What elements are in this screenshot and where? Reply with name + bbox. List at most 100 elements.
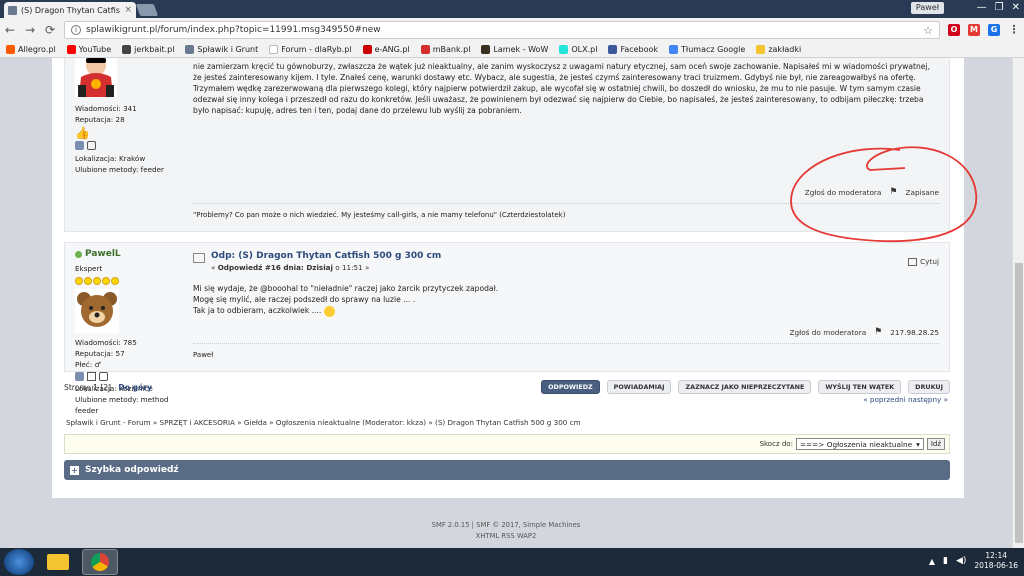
url-bar[interactable]: i splawikigrunt.pl/forum/index.php?topic… bbox=[64, 21, 940, 39]
bookmark-star-icon[interactable]: ☆ bbox=[923, 24, 933, 37]
bookmark-label: zakładki bbox=[768, 45, 802, 54]
bookmark-favicon-icon bbox=[185, 45, 195, 54]
current-page: [2] bbox=[100, 382, 112, 392]
site-info-icon[interactable]: i bbox=[71, 25, 81, 35]
report-to-moderator-link[interactable]: Zgłoś do moderatora bbox=[805, 188, 882, 197]
footer-links[interactable]: XHTML RSS WAP2 bbox=[0, 531, 1012, 542]
message-icon[interactable] bbox=[87, 141, 96, 150]
bookmark-item[interactable]: OLX.pl bbox=[559, 45, 597, 54]
bookmark-label: Spławik i Grunt bbox=[197, 45, 259, 54]
pagination-label[interactable]: Strony: 1 bbox=[64, 383, 98, 392]
bookmark-label: Forum - dlaRyb.pl bbox=[281, 45, 352, 54]
forward-button[interactable]: → bbox=[24, 23, 36, 37]
bookmark-favicon-icon bbox=[756, 45, 766, 54]
rank-stars bbox=[75, 277, 185, 285]
prev-next-links[interactable]: « poprzedni następny » bbox=[863, 395, 948, 404]
page-footer: SMF 2.0.15 | SMF © 2017, Simple Machines… bbox=[0, 520, 1012, 542]
expand-plus-icon[interactable]: + bbox=[70, 465, 79, 475]
breadcrumb[interactable]: Spławik i Grunt - Forum » SPRZĘT i AKCES… bbox=[66, 418, 581, 427]
network-icon[interactable]: ▮ bbox=[943, 556, 948, 566]
tab-close-icon[interactable]: × bbox=[124, 5, 132, 15]
thread-buttons: ODPOWIEDZ POWIADAMIAJ ZAZNACZ JAKO NIEPR… bbox=[541, 380, 950, 394]
bookmark-item[interactable]: Spławik i Grunt bbox=[185, 45, 258, 54]
close-window-icon[interactable]: ✕ bbox=[1012, 2, 1020, 14]
avatar[interactable] bbox=[75, 289, 119, 333]
reply-button[interactable]: ODPOWIEDZ bbox=[541, 380, 600, 394]
maximize-icon[interactable]: ❐ bbox=[995, 2, 1004, 14]
minimize-icon[interactable]: — bbox=[977, 2, 987, 14]
mark-unread-button[interactable]: ZAZNACZ JAKO NIEPRZECZYTANE bbox=[678, 380, 812, 394]
mail-extension-icon[interactable]: M bbox=[968, 24, 980, 36]
quick-reply-header[interactable]: + Szybka odpowiedź bbox=[64, 460, 950, 480]
bookmark-favicon-icon bbox=[6, 45, 15, 54]
file-explorer-icon[interactable] bbox=[40, 549, 76, 575]
bookmark-item[interactable]: Allegro.pl bbox=[6, 45, 56, 54]
reload-button[interactable]: ⟳ bbox=[44, 23, 56, 37]
bookmark-label: Facebook bbox=[620, 45, 659, 54]
poster-name[interactable]: PawelL bbox=[75, 249, 185, 260]
report-to-moderator-link[interactable]: Zgłoś do moderatora bbox=[790, 328, 867, 337]
post-icon bbox=[193, 253, 205, 263]
post-body: Mi się wydaje, że @booohal to "nieładnie… bbox=[193, 283, 939, 317]
jump-selected: ===> Ogłoszenia nieaktualne bbox=[799, 440, 913, 449]
url-text[interactable]: splawikigrunt.pl/forum/index.php?topic=1… bbox=[86, 25, 918, 35]
site-favicon-icon bbox=[8, 5, 17, 15]
notify-button[interactable]: POWIADAMIAJ bbox=[606, 380, 672, 394]
bookmark-label: jerkbait.pl bbox=[134, 45, 175, 54]
back-button[interactable]: ← bbox=[4, 23, 16, 37]
thread-controls: Strony: 1 [2] Do góry ODPOWIEDZ POWIADAM… bbox=[64, 380, 950, 394]
bookmark-item[interactable]: zakładki bbox=[756, 45, 801, 54]
bookmark-item[interactable]: YouTube bbox=[66, 45, 111, 54]
favorite-method: Ulubione metody: method feeder bbox=[75, 395, 169, 415]
bookmark-label: Allegro.pl bbox=[18, 45, 56, 54]
volume-icon[interactable]: ◀) bbox=[956, 556, 966, 566]
post-count: Wiadomości: 785 bbox=[75, 338, 137, 347]
reply-number-link[interactable]: Odpowiedź #16 dnia: Dzisiaj bbox=[218, 263, 333, 272]
bookmark-item[interactable]: Tłumacz Google bbox=[669, 45, 745, 54]
clock-time: 12:14 bbox=[985, 551, 1008, 560]
clock[interactable]: 12:14 2018-06-16 bbox=[974, 551, 1018, 571]
star-icon bbox=[75, 277, 83, 285]
profile-icon[interactable] bbox=[75, 141, 84, 150]
bookmark-label: e-ANG.pl bbox=[374, 45, 410, 54]
star-icon bbox=[84, 277, 92, 285]
vertical-scrollbar[interactable] bbox=[1012, 58, 1024, 548]
bookmark-item[interactable]: mBank.pl bbox=[420, 45, 471, 54]
browser-tab[interactable]: (S) Dragon Thytan Catfish × bbox=[4, 2, 136, 18]
poster-name-link[interactable]: PawelL bbox=[85, 249, 121, 260]
reputation: Reputacja: 28 bbox=[75, 115, 125, 124]
quote-label: Cytuj bbox=[920, 257, 939, 266]
signature: "Problemy? Co pan może o nich wiedzieć. … bbox=[193, 203, 939, 219]
start-button[interactable] bbox=[4, 549, 34, 575]
profile-button[interactable]: Paweł bbox=[910, 2, 944, 14]
bookmark-item[interactable]: jerkbait.pl bbox=[122, 45, 174, 54]
ip-address: 217.98.28.25 bbox=[890, 327, 939, 337]
jump-go-button[interactable]: Idź bbox=[926, 438, 945, 450]
opera-extension-icon[interactable]: O bbox=[948, 24, 960, 36]
post-paragraph: Tak ja to odbieram, aczkolwiek .... bbox=[193, 305, 939, 317]
scrollbar-thumb[interactable] bbox=[1015, 263, 1023, 543]
smf-copyright[interactable]: SMF 2.0.15 | SMF © 2017, Simple Machines bbox=[0, 520, 1012, 531]
bookmark-item[interactable]: Facebook bbox=[608, 45, 658, 54]
browser-menu-icon[interactable]: ⋮ bbox=[1008, 24, 1020, 36]
bookmark-item[interactable]: Forum - dlaRyb.pl bbox=[269, 45, 352, 54]
windows-taskbar: ▲ ▮ ◀) 12:14 2018-06-16 bbox=[0, 548, 1024, 576]
bookmark-item[interactable]: Lamek - WoW bbox=[481, 45, 548, 54]
bookmark-item[interactable]: e-ANG.pl bbox=[362, 45, 410, 54]
go-to-top-link[interactable]: Do góry bbox=[118, 383, 152, 392]
thumbs-up-icon[interactable]: 👍 bbox=[75, 127, 185, 139]
new-tab-button[interactable] bbox=[135, 4, 159, 16]
bookmark-favicon-icon bbox=[269, 45, 279, 54]
print-button[interactable]: DRUKUJ bbox=[908, 380, 950, 394]
post-paragraph: nie zamierzam kręcić tu gównoburzy, zwła… bbox=[193, 62, 931, 82]
quote-button[interactable]: Cytuj bbox=[908, 257, 939, 266]
bookmark-label: mBank.pl bbox=[432, 45, 471, 54]
send-topic-button[interactable]: WYŚLIJ TEN WĄTEK bbox=[818, 380, 902, 394]
tray-arrow-icon[interactable]: ▲ bbox=[929, 557, 935, 566]
chrome-taskbar-icon[interactable] bbox=[82, 549, 118, 575]
post-subject-link[interactable]: Odp: (S) Dragon Thytan Catfish 500 g 300… bbox=[211, 251, 441, 261]
quote-icon bbox=[908, 257, 918, 266]
jump-select[interactable]: ===> Ogłoszenia nieaktualne ▾ bbox=[795, 438, 924, 450]
translate-extension-icon[interactable]: G bbox=[988, 24, 1000, 36]
avatar[interactable] bbox=[75, 58, 117, 97]
